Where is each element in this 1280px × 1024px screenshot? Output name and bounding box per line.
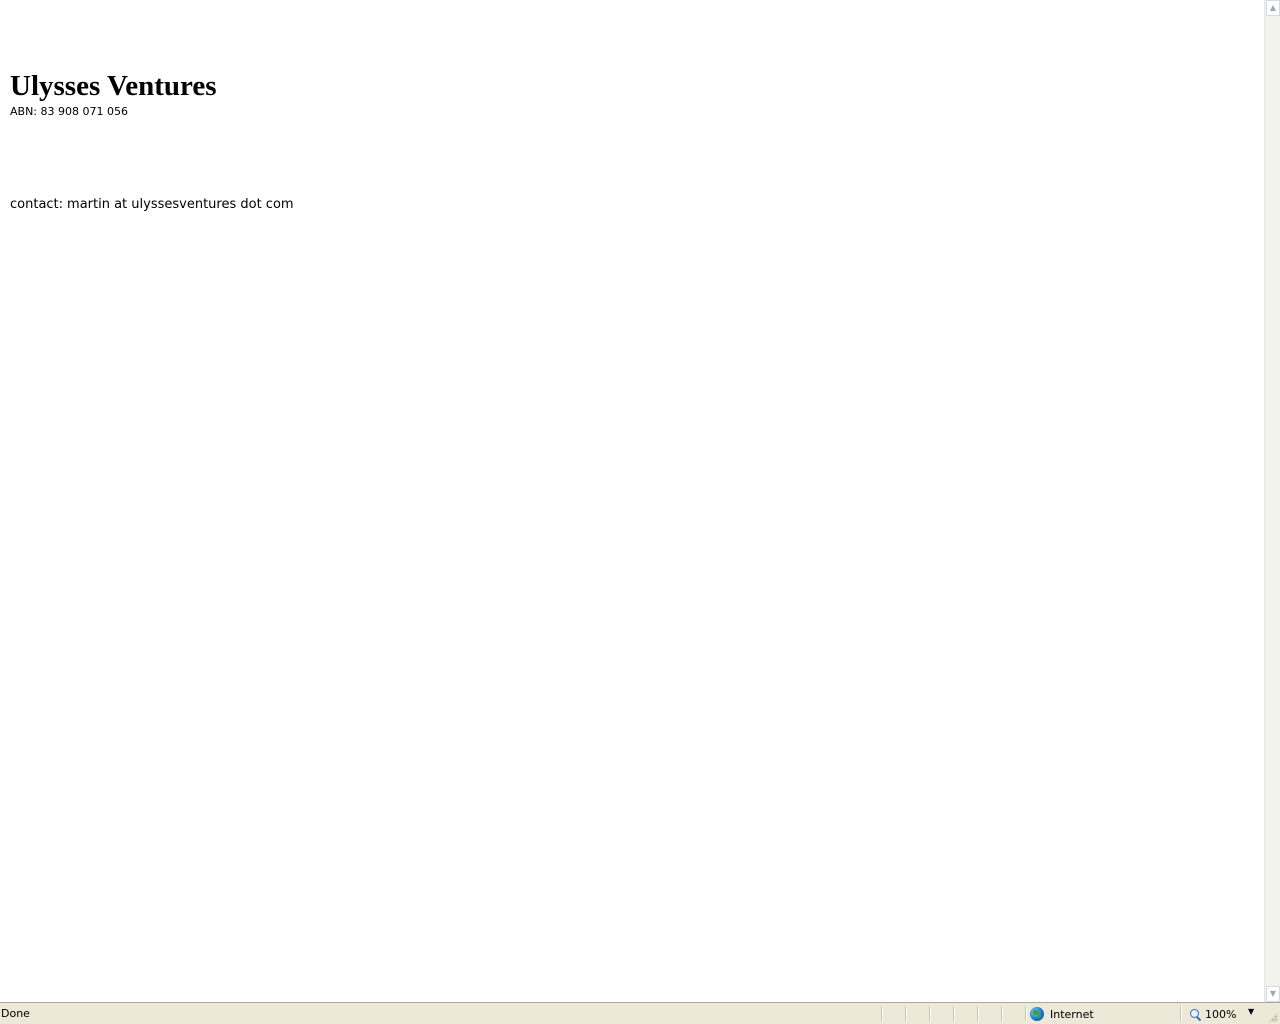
status-separator xyxy=(1025,1006,1027,1021)
status-separator xyxy=(1001,1006,1003,1021)
chevron-down-icon[interactable]: ▼ xyxy=(1248,1007,1254,1016)
status-separator xyxy=(977,1006,979,1021)
security-zone[interactable]: Internet xyxy=(1030,1005,1094,1023)
scroll-down-arrow-icon[interactable]: ▼ xyxy=(1266,986,1280,1002)
zone-label: Internet xyxy=(1050,1007,1094,1021)
status-text: Done xyxy=(1,1007,30,1020)
page-viewport: Ulysses Ventures ABN: 83 908 071 056 con… xyxy=(0,0,1264,1002)
globe-icon xyxy=(1030,1007,1044,1021)
contact-value: martin at ulyssesventures dot com xyxy=(67,197,294,212)
status-separator xyxy=(905,1006,907,1021)
status-separator xyxy=(953,1006,955,1021)
status-separator xyxy=(1180,1006,1182,1021)
status-separator xyxy=(929,1006,931,1021)
zoom-level: 100% xyxy=(1205,1007,1237,1021)
zoom-control[interactable]: 100% ▼ xyxy=(1190,1005,1260,1023)
scroll-up-arrow-icon[interactable]: ▲ xyxy=(1266,0,1280,16)
abn-text: ABN: 83 908 071 056 xyxy=(10,105,128,118)
status-separator xyxy=(881,1006,883,1021)
vertical-scrollbar[interactable]: ▲ ▼ xyxy=(1264,0,1280,1002)
resize-grip-icon[interactable] xyxy=(1268,1012,1278,1022)
company-name-heading: Ulysses Ventures xyxy=(10,70,217,102)
status-bar: Done Internet 100% ▼ xyxy=(0,1002,1280,1024)
contact-line: contact: martin at ulyssesventures dot co… xyxy=(10,197,294,212)
contact-label: contact: xyxy=(10,197,64,212)
magnifier-icon xyxy=(1190,1008,1202,1021)
